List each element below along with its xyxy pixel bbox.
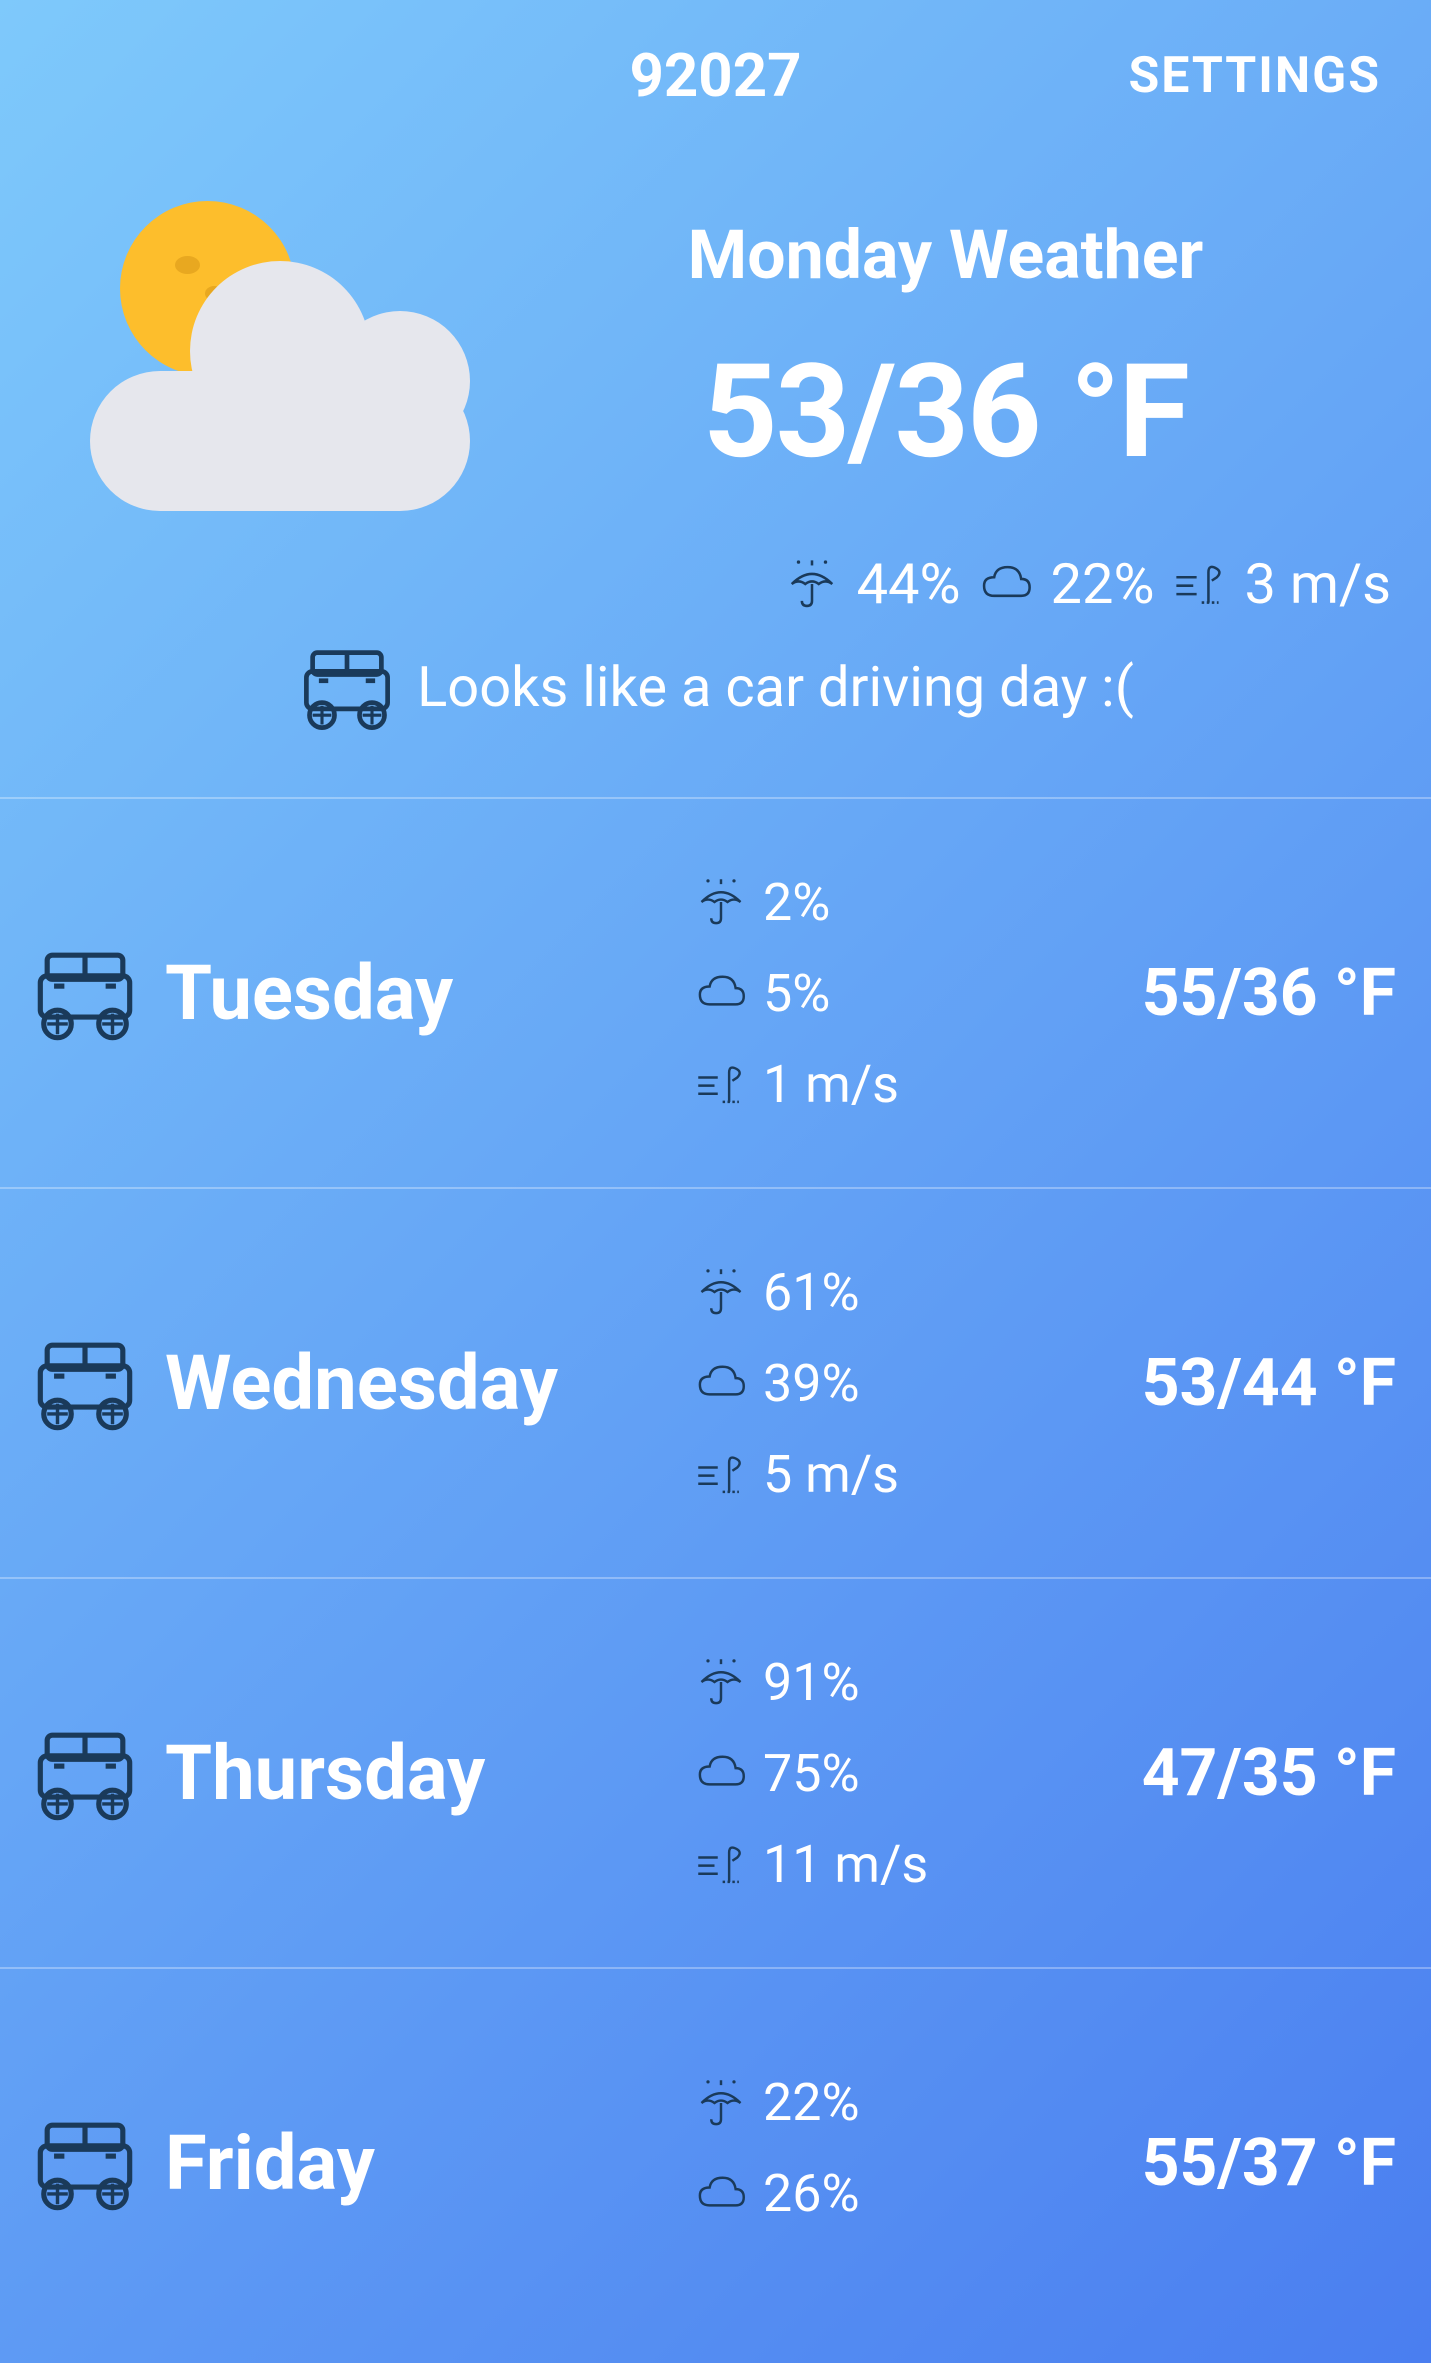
forecast-row[interactable]: Tuesday 2% 5% 1 m/s 55/36 °F [0,797,1431,1187]
car-icon [297,637,397,737]
day-name: Friday [145,2118,695,2208]
umbrella-icon [695,1656,747,1708]
today-message: Looks like a car driving day :( [30,637,1401,737]
umbrella-icon [785,557,839,611]
wind-row: 5 m/s [695,1444,995,1505]
day-cloud: 26% [763,2163,860,2224]
day-temp: 55/36 °F [995,955,1406,1032]
day-cloud: 75% [763,1743,860,1804]
day-wind: 11 m/s [763,1834,928,1895]
location-label[interactable]: 92027 [496,40,935,111]
day-name: Tuesday [145,948,695,1038]
umbrella-icon [695,1266,747,1318]
settings-button[interactable]: SETTINGS [942,47,1381,105]
day-temp: 47/35 °F [995,1735,1406,1812]
today-rain: 44% [857,551,961,617]
cloud-icon [695,967,747,1019]
today-cloud: 22% [1051,551,1155,617]
day-temp: 53/44 °F [995,1345,1406,1422]
day-stats: 2% 5% 1 m/s [695,872,995,1115]
day-cloud: 39% [763,1353,860,1414]
cloud-icon [979,557,1033,611]
cloud-icon [695,1357,747,1409]
forecast-row[interactable]: Thursday 91% 75% 11 m/s 47/35 °F [0,1577,1431,1967]
wind-row: 1 m/s [695,1054,995,1115]
wind-icon [695,1448,747,1500]
umbrella-icon [695,876,747,928]
car-icon [25,1328,145,1438]
day-rain: 91% [763,1652,860,1713]
day-cloud: 5% [763,963,830,1024]
wind-icon [695,1058,747,1110]
today-panel: Monday Weather 53/36 °F 44% 22% 3 m/s Lo… [0,151,1431,797]
umbrella-icon [695,2077,747,2129]
today-wind: 3 m/s [1245,551,1391,617]
wind-icon [1173,557,1227,611]
header: 92027 SETTINGS [0,0,1431,151]
today-temp: 53/36 °F [490,335,1401,488]
partly-cloudy-icon [30,181,490,521]
today-stats: 44% 22% 3 m/s [30,551,1401,617]
day-stats: 61% 39% 5 m/s [695,1262,995,1505]
day-wind: 5 m/s [763,1444,899,1505]
day-rain: 22% [763,2072,860,2133]
wind-row: 11 m/s [695,1834,995,1895]
day-stats: 91% 75% 11 m/s [695,1652,995,1895]
car-icon [25,938,145,1048]
forecast-row[interactable]: Friday 22% 26% 55/37 °F [0,1967,1431,2357]
cloud-icon [695,1747,747,1799]
wind-icon [695,1838,747,1890]
forecast-row[interactable]: Wednesday 61% 39% 5 m/s 53/44 °F [0,1187,1431,1577]
day-rain: 2% [763,872,830,933]
day-name: Thursday [145,1728,695,1818]
day-wind: 1 m/s [763,1054,899,1115]
car-icon [25,2108,145,2218]
cloud-icon [695,2168,747,2220]
car-icon [25,1718,145,1828]
day-temp: 55/37 °F [995,2125,1406,2202]
today-message-text: Looks like a car driving day :( [417,654,1134,720]
day-name: Wednesday [145,1338,695,1428]
day-rain: 61% [763,1262,860,1323]
day-stats: 22% 26% [695,2072,995,2254]
today-title: Monday Weather [490,215,1401,295]
